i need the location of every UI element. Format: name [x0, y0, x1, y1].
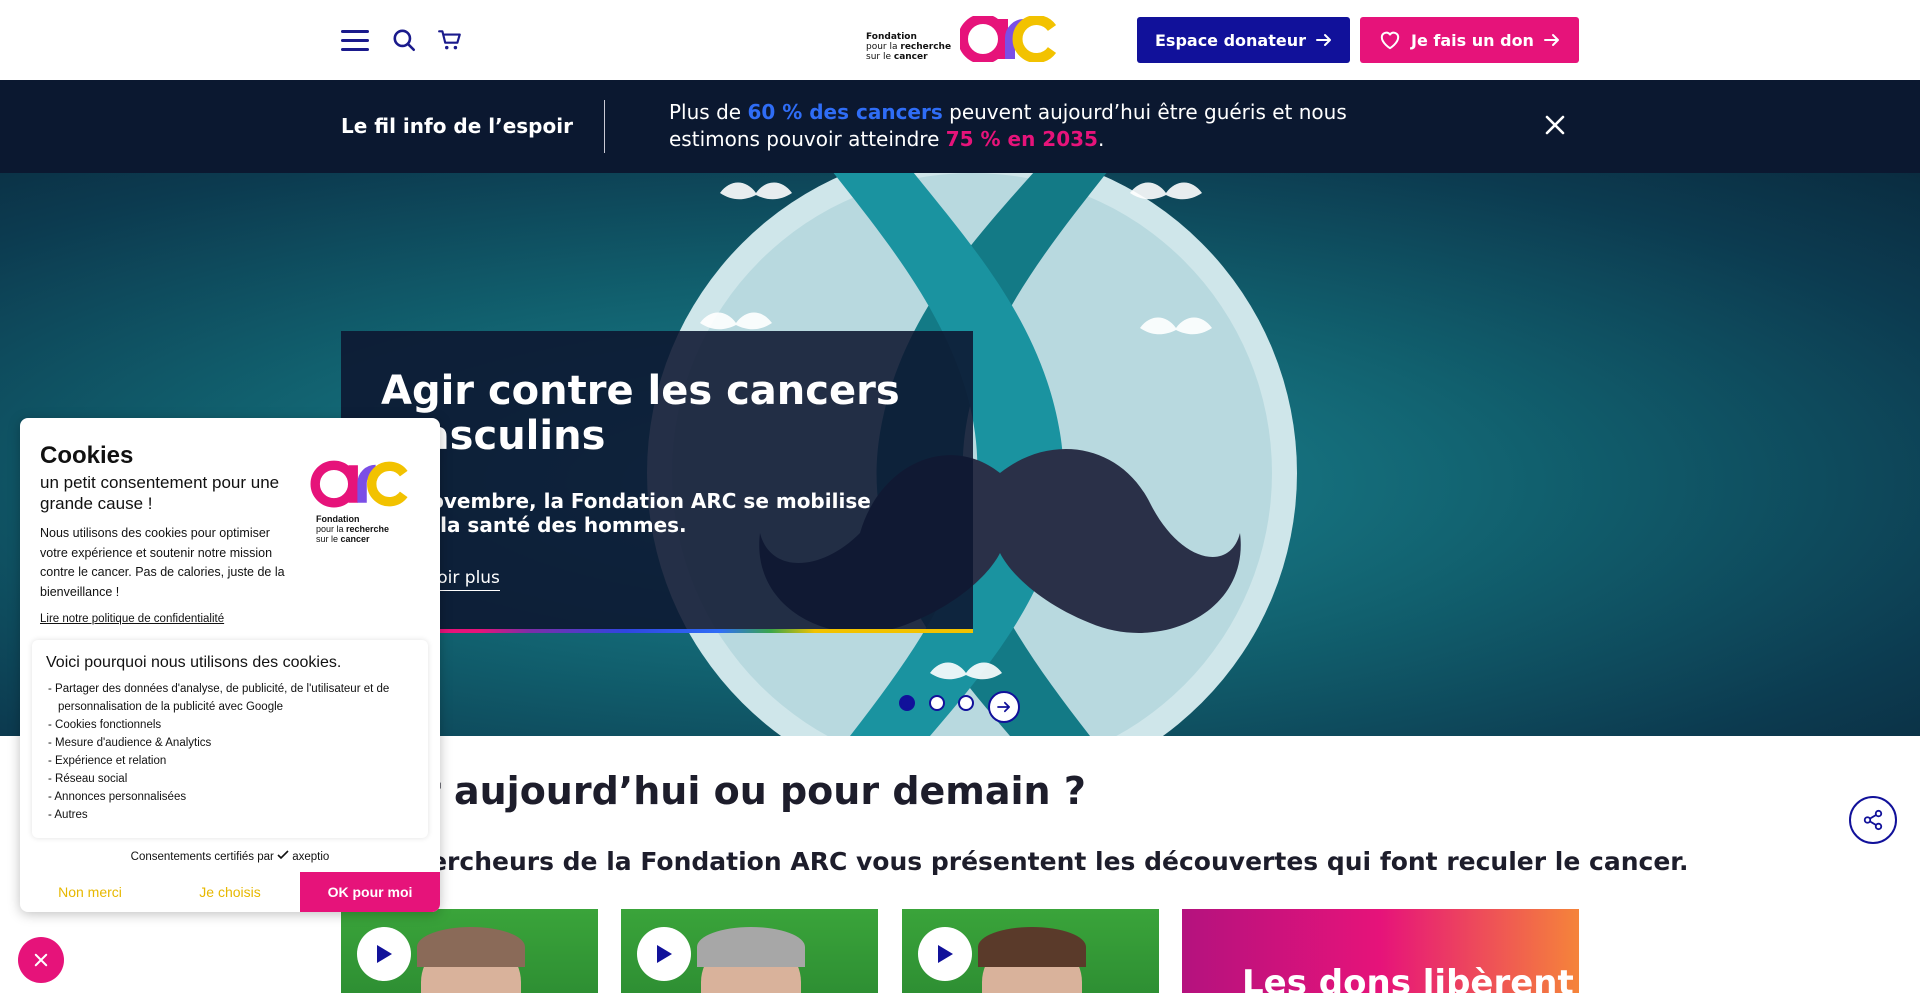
cookie-close-button[interactable] — [18, 937, 64, 983]
list-item: - Partager des données d'analyse, de pub… — [48, 683, 390, 713]
cookie-accept-button[interactable]: OK pour moi — [300, 872, 440, 912]
cookie-purposes-title: Voici pourquoi nous utilisons des cookie… — [46, 654, 342, 671]
privacy-policy-link[interactable]: Lire notre politique de confidentialité — [40, 613, 224, 625]
carousel-dot-2[interactable] — [929, 695, 945, 711]
list-item: - Expérience et relation — [48, 755, 167, 767]
researcher-hair — [978, 927, 1086, 967]
arc-logo: Fondation pour la recherche sur le cance… — [310, 458, 420, 548]
certified-by: Consentements certifiés par axeptio — [130, 850, 330, 863]
researcher-hair — [417, 927, 525, 967]
search-icon[interactable] — [391, 27, 417, 53]
play-icon — [938, 945, 953, 963]
carousel-dot-3[interactable] — [958, 695, 974, 711]
list-item: - Mesure d'audience & Analytics — [48, 737, 212, 749]
cookie-choose-button[interactable]: Je choisis — [160, 872, 300, 912]
researcher-hair — [697, 927, 805, 967]
cookie-purposes-list: - Partager des données d'analyse, de pub… — [48, 680, 420, 824]
info-banner-title: Le fil info de l’espoir — [341, 114, 573, 138]
list-item: - Autres — [48, 809, 88, 821]
close-icon[interactable] — [1543, 113, 1567, 137]
cookie-text: Nous utilisons des cookies pour optimise… — [40, 526, 285, 599]
arrow-right-icon — [1543, 34, 1559, 46]
heart-icon — [1380, 31, 1400, 50]
promo-text: Les dons libèrent — [1242, 963, 1574, 993]
site-logo[interactable]: Fondation pour la recherche sur le cance… — [866, 16, 1056, 64]
divider — [604, 100, 605, 153]
cookie-title: Cookies — [40, 442, 134, 469]
arrow-right-icon — [997, 701, 1010, 713]
section-title: Pour aujourd’hui ou pour demain ? — [341, 769, 1086, 813]
cookie-purposes-box: Voici pourquoi nous utilisons des cookie… — [32, 640, 428, 838]
share-icon — [1863, 809, 1883, 831]
info-banner: Le fil info de l’espoir Plus de 60 % des… — [0, 80, 1920, 173]
promo-card[interactable]: Les dons libèrent — [1182, 909, 1579, 993]
hero-subtitle: En novembre, la Fondation ARC se mobilis… — [381, 489, 871, 537]
cookie-subtitle: un petit consentement pour une grande ca… — [40, 473, 280, 513]
play-icon — [657, 945, 672, 963]
hamburger-icon[interactable] — [341, 30, 369, 52]
hero-title: Agir contre les cancers masculins — [381, 368, 900, 459]
close-icon — [34, 953, 48, 967]
site-header: Fondation pour la recherche sur le cance… — [0, 0, 1920, 80]
list-item: - Cookies fonctionnels — [48, 719, 162, 731]
arc-logo-mark — [960, 16, 1056, 62]
cart-icon[interactable] — [437, 27, 463, 53]
axeptio-icon — [277, 850, 289, 860]
play-button[interactable] — [918, 927, 972, 981]
section-subtitle: Les chercheurs de la Fondation ARC vous … — [341, 847, 1689, 876]
arrow-right-icon — [1316, 34, 1332, 46]
video-card-1[interactable] — [341, 909, 598, 993]
list-item: - Réseau social — [48, 773, 128, 785]
logo-text: Fondation pour la recherche sur le cance… — [866, 32, 952, 62]
carousel-next-button[interactable] — [988, 691, 1020, 723]
cookie-decline-button[interactable]: Non merci — [20, 872, 160, 912]
list-item: - Annonces personnalisées — [48, 791, 187, 803]
cookie-consent-panel: Cookies un petit consentement pour une g… — [20, 418, 440, 912]
play-button[interactable] — [357, 927, 411, 981]
play-icon — [377, 945, 392, 963]
video-card-2[interactable] — [621, 909, 878, 993]
arc-logo-mark — [310, 460, 408, 508]
carousel-dot-1[interactable] — [899, 695, 915, 711]
share-button[interactable] — [1849, 796, 1897, 844]
video-card-3[interactable] — [902, 909, 1159, 993]
info-banner-message: Plus de 60 % des cancers peuvent aujourd… — [669, 100, 1347, 151]
donor-space-button[interactable]: Espace donateur — [1137, 17, 1350, 63]
donate-button[interactable]: Je fais un don — [1360, 17, 1579, 63]
logo-text: Fondation pour la recherche sur le cance… — [316, 514, 390, 544]
play-button[interactable] — [637, 927, 691, 981]
